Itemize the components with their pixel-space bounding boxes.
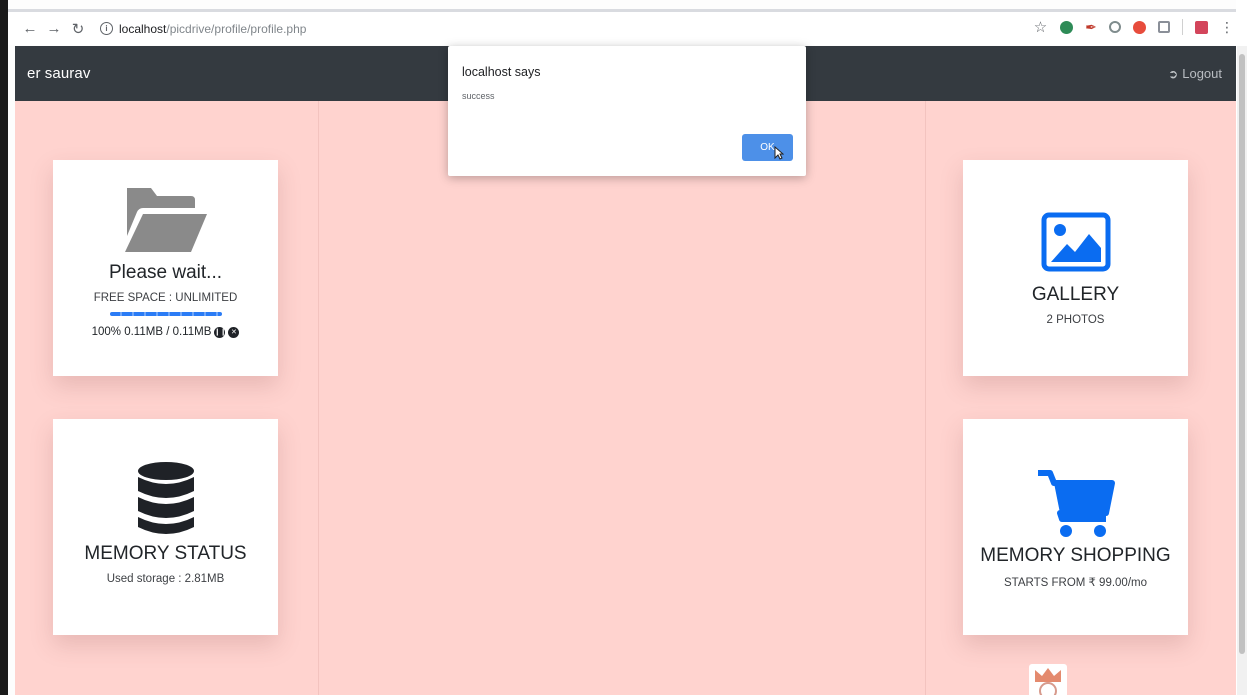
extension-red-icon[interactable] — [1133, 20, 1146, 34]
column-divider — [925, 101, 926, 695]
memory-status-title: MEMORY STATUS — [84, 543, 247, 564]
forward-arrow-icon[interactable]: → — [42, 20, 66, 37]
gallery-photo-count: 2 PHOTOS — [1046, 314, 1105, 326]
gallery-card[interactable]: GALLERY 2 PHOTOS — [963, 160, 1188, 376]
mouse-cursor-icon — [774, 146, 784, 160]
kebab-menu-icon[interactable]: ⋮ — [1220, 20, 1234, 34]
column-divider — [318, 101, 319, 695]
dialog-message: success — [462, 91, 495, 101]
screen: ← → ↻ i localhost/picdrive/profile/profi… — [0, 0, 1251, 695]
url-host: localhost — [119, 21, 167, 36]
url-path: /picdrive/profile/profile.php — [166, 21, 307, 36]
upload-progress-bar — [109, 312, 222, 316]
toolbar-separator — [1182, 19, 1183, 35]
upload-progress-row: 100% 0.11MB / 0.11MB ❙❙ ✕ — [92, 326, 240, 338]
alert-dialog: localhost says success OK — [448, 46, 806, 176]
logout-label: Logout — [1182, 66, 1222, 81]
upload-card[interactable]: Please wait... FREE SPACE : UNLIMITED 10… — [53, 160, 278, 376]
browser-toolbar: ← → ↻ i localhost/picdrive/profile/profi… — [8, 9, 1236, 45]
navbar-brand[interactable]: er saurav — [27, 65, 90, 82]
used-storage-label: Used storage : 2.81MB — [106, 573, 225, 585]
upload-status-title: Please wait... — [109, 262, 222, 283]
address-bar[interactable]: i localhost/picdrive/profile/profile.php — [100, 17, 1000, 41]
extension-green-icon[interactable] — [1060, 20, 1073, 34]
logout-icon: ➲ — [1168, 66, 1179, 81]
memory-shopping-title: MEMORY SHOPPING — [980, 545, 1171, 566]
pause-icon[interactable]: ❙❙ — [214, 326, 226, 338]
memory-shopping-price: STARTS FROM ₹ 99.00/mo — [1003, 577, 1147, 589]
info-icon[interactable]: i — [100, 22, 113, 35]
reload-icon[interactable]: ↻ — [66, 20, 90, 38]
logout-link[interactable]: ➲ Logout — [1168, 66, 1222, 81]
bookmark-star-icon[interactable]: ☆ — [1033, 20, 1048, 35]
scrollbar-thumb[interactable] — [1239, 54, 1245, 654]
upload-progress-text: 100% 0.11MB / 0.11MB — [91, 326, 212, 338]
memory-status-card[interactable]: MEMORY STATUS Used storage : 2.81MB — [53, 419, 278, 635]
extensions-area: ☆ ✒ ⋮ — [1033, 19, 1234, 35]
database-icon — [137, 462, 194, 534]
extension-pen-icon[interactable]: ✒ — [1085, 20, 1097, 34]
free-space-label: FREE SPACE : UNLIMITED — [93, 292, 238, 304]
site-logo — [1029, 664, 1067, 695]
memory-shopping-card[interactable]: MEMORY SHOPPING STARTS FROM ₹ 99.00/mo — [963, 419, 1188, 635]
page-scrollbar[interactable] — [1237, 46, 1247, 695]
cancel-icon[interactable]: ✕ — [228, 326, 240, 338]
extension-box-icon[interactable] — [1158, 21, 1170, 33]
ok-button[interactable]: OK — [742, 134, 793, 161]
folder-open-icon — [124, 188, 207, 252]
left-edge-strip — [0, 0, 8, 695]
extension-ring-icon[interactable] — [1109, 21, 1121, 33]
dialog-title: localhost says — [462, 65, 541, 79]
shopping-cart-icon — [1037, 470, 1115, 537]
gallery-title: GALLERY — [1031, 284, 1120, 305]
profile-avatar-icon[interactable] — [1195, 20, 1208, 34]
back-arrow-icon[interactable]: ← — [18, 20, 42, 37]
dashboard-content: Please wait... FREE SPACE : UNLIMITED 10… — [15, 101, 1236, 695]
image-icon — [1041, 212, 1110, 272]
crown-logo-icon — [1035, 668, 1061, 695]
